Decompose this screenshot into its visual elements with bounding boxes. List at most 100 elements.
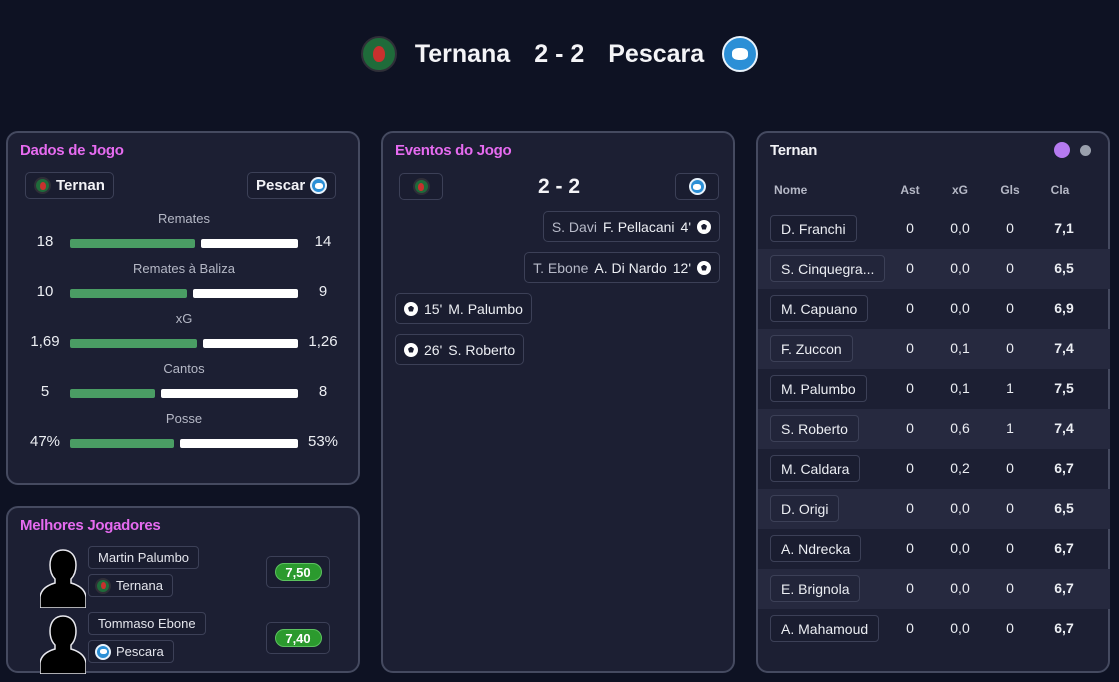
cell-expected-goals: 0,2 xyxy=(950,460,970,476)
player-name[interactable]: D. Origi xyxy=(770,495,840,522)
table-row[interactable]: M. Palumbo 0 0,1 1 7,5 xyxy=(758,369,1110,409)
player-name[interactable]: E. Brignola xyxy=(770,575,861,602)
column-header[interactable]: Nome xyxy=(774,183,807,197)
match-events-panel: Eventos do Jogo 2 - 2 S. Davi F. Pellacan… xyxy=(381,131,735,673)
cell-rating: 6,7 xyxy=(1054,460,1074,476)
player-name[interactable]: A. Ndrecka xyxy=(770,535,862,562)
soccer-ball-icon xyxy=(404,342,418,357)
goal-event[interactable]: T. Ebone A. Di Nardo 12' xyxy=(524,252,720,283)
goal-event[interactable]: 26' S. Roberto xyxy=(395,334,525,365)
cell-assists: 0 xyxy=(906,220,914,236)
stat-away-bar xyxy=(203,339,298,348)
cell-expected-goals: 0,0 xyxy=(950,540,970,556)
table-row[interactable]: A. Ndrecka 0 0,0 0 6,7 xyxy=(758,529,1110,569)
cell-expected-goals: 0,6 xyxy=(950,420,970,436)
goal-event[interactable]: S. Davi F. Pellacani 4' xyxy=(542,211,720,242)
stat-home-bar xyxy=(70,339,197,348)
stat-away-bar xyxy=(161,389,298,398)
cell-goals: 0 xyxy=(1006,340,1014,356)
team-toggle-active[interactable] xyxy=(1054,142,1070,158)
player-team[interactable]: Pescara xyxy=(88,640,174,663)
player-name[interactable]: S. Cinquegra... xyxy=(770,255,886,282)
away-crest-box[interactable] xyxy=(675,173,719,200)
cell-goals: 0 xyxy=(1006,540,1014,556)
ternana-crest-icon xyxy=(34,177,51,194)
away-team-chip[interactable]: Pescar xyxy=(247,172,337,199)
cell-goals: 1 xyxy=(1006,420,1014,436)
player-name[interactable]: D. Franchi xyxy=(770,215,857,242)
team-toggle-inactive[interactable] xyxy=(1080,145,1091,156)
player-name[interactable]: M. Palumbo xyxy=(770,375,867,402)
cell-goals: 0 xyxy=(1006,580,1014,596)
table-row[interactable]: M. Caldara 0 0,2 0 6,7 xyxy=(758,449,1110,489)
goal-event[interactable]: 15' M. Palumbo xyxy=(395,293,532,324)
player-team[interactable]: Ternana xyxy=(88,574,173,597)
player-team-label: Ternana xyxy=(116,578,163,593)
cell-assists: 0 xyxy=(906,340,914,356)
lineup-team-title: Ternan xyxy=(770,142,818,159)
event-scorer: M. Palumbo xyxy=(448,300,523,317)
cell-expected-goals: 0,0 xyxy=(950,580,970,596)
cell-expected-goals: 0,0 xyxy=(950,220,970,236)
player-name[interactable]: S. Roberto xyxy=(770,415,859,442)
stat-row: 1,69 1,26 xyxy=(8,333,360,353)
best-players-panel: Melhores Jogadores Martin Palumbo Ternana… xyxy=(6,506,360,675)
cell-rating: 6,9 xyxy=(1054,300,1074,316)
player-name[interactable]: M. Capuano xyxy=(770,295,869,322)
cell-goals: 0 xyxy=(1006,260,1014,276)
column-header[interactable]: Cla xyxy=(1040,183,1080,197)
player-name[interactable]: Tommaso Ebone xyxy=(88,612,206,635)
event-assist: T. Ebone xyxy=(533,259,589,276)
cell-assists: 0 xyxy=(906,540,914,556)
player-name[interactable]: Martin Palumbo xyxy=(88,546,200,569)
stat-row: 10 9 xyxy=(8,283,360,303)
cell-goals: 0 xyxy=(1006,460,1014,476)
soccer-ball-icon xyxy=(697,260,711,275)
event-scorer: F. Pellacani xyxy=(602,218,675,235)
table-row[interactable]: M. Capuano 0 0,0 0 6,9 xyxy=(758,289,1110,329)
pescara-crest-icon xyxy=(95,643,111,660)
table-row[interactable]: A. Mahamoud 0 0,0 0 6,7 xyxy=(758,609,1110,649)
stat-home-bar xyxy=(70,289,187,298)
panel-title: Melhores Jogadores xyxy=(20,517,161,534)
table-row[interactable]: F. Zuccon 0 0,1 0 7,4 xyxy=(758,329,1110,369)
stat-away-value: 8 xyxy=(318,383,328,400)
cell-rating: 7,4 xyxy=(1054,420,1074,436)
pescara-crest-icon xyxy=(722,36,759,72)
cell-assists: 0 xyxy=(906,580,914,596)
best-player-card[interactable]: Tommaso Ebone Pescara 7,40 xyxy=(8,612,360,678)
home-team-name: Ternana xyxy=(414,39,511,68)
cell-assists: 0 xyxy=(906,620,914,636)
table-row[interactable]: S. Roberto 0 0,6 1 7,4 xyxy=(758,409,1110,449)
column-header[interactable]: Gls xyxy=(990,183,1030,197)
stat-label: xG xyxy=(175,311,193,326)
away-team-chip-label: Pescar xyxy=(256,177,306,194)
column-header[interactable]: xG xyxy=(940,183,980,197)
table-row[interactable]: D. Franchi 0 0,0 0 7,1 xyxy=(758,209,1110,249)
cell-rating: 7,1 xyxy=(1054,220,1074,236)
cell-expected-goals: 0,1 xyxy=(950,340,970,356)
best-player-card[interactable]: Martin Palumbo Ternana 7,50 xyxy=(8,546,360,612)
pescara-crest-icon xyxy=(688,178,706,195)
table-row[interactable]: S. Cinquegra... 0 0,0 0 6,5 xyxy=(758,249,1110,289)
home-team-chip[interactable]: Ternan xyxy=(25,172,114,199)
cell-rating: 6,5 xyxy=(1054,500,1074,516)
ternana-crest-icon xyxy=(95,577,111,594)
stat-home-bar xyxy=(70,389,155,398)
event-minute: 4' xyxy=(680,218,691,235)
table-row[interactable]: E. Brignola 0 0,0 0 6,7 xyxy=(758,569,1110,609)
stat-away-value: 53% xyxy=(307,433,339,450)
stat-away-value: 1,26 xyxy=(308,333,338,350)
stat-home-value: 47% xyxy=(29,433,61,450)
cell-rating: 7,4 xyxy=(1054,340,1074,356)
stat-away-bar xyxy=(180,439,298,448)
player-name[interactable]: M. Caldara xyxy=(770,455,861,482)
event-assist: S. Davi xyxy=(551,218,597,235)
player-name[interactable]: A. Mahamoud xyxy=(770,615,880,642)
player-name[interactable]: F. Zuccon xyxy=(770,335,853,362)
cell-assists: 0 xyxy=(906,260,914,276)
column-header[interactable]: Ast xyxy=(890,183,930,197)
stat-home-bar xyxy=(70,239,195,248)
player-team-label: Pescara xyxy=(116,644,164,659)
table-row[interactable]: D. Origi 0 0,0 0 6,5 xyxy=(758,489,1110,529)
